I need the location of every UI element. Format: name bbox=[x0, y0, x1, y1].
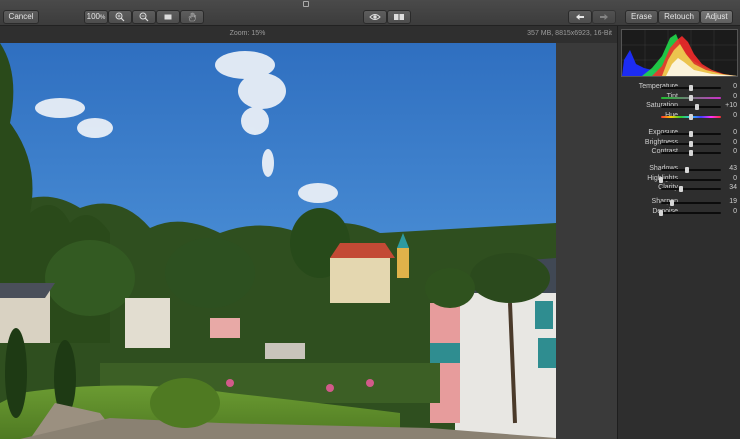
zoom-out-button[interactable] bbox=[132, 10, 156, 24]
zoom-level-value: 100 bbox=[86, 12, 100, 21]
denoise-slider-handle[interactable] bbox=[659, 209, 663, 216]
undo-arrow-icon bbox=[576, 14, 584, 20]
temperature-slider[interactable] bbox=[661, 85, 721, 91]
saturation-slider-handle[interactable] bbox=[695, 104, 699, 111]
fit-screen-icon bbox=[164, 14, 172, 20]
redo-button[interactable] bbox=[592, 10, 616, 24]
preview-toggle-button[interactable] bbox=[363, 10, 387, 24]
split-view-button[interactable] bbox=[387, 10, 411, 24]
adjustment-row-sharpen: Sharpen19 bbox=[618, 198, 740, 208]
undo-button[interactable] bbox=[568, 10, 592, 24]
toolbar: Cancel 100% Erase Retouch Adjust bbox=[0, 0, 740, 26]
mode-tab-label: Adjust bbox=[705, 12, 728, 21]
adjustment-value: 0 bbox=[733, 148, 737, 156]
histogram bbox=[621, 29, 738, 77]
adjustment-row-shadows: Shadows43 bbox=[618, 165, 740, 175]
window-grip-icon bbox=[303, 1, 309, 7]
highlights-slider-handle[interactable] bbox=[659, 176, 663, 183]
adjustment-value: 0 bbox=[733, 138, 737, 146]
mode-tab-retouch[interactable]: Retouch bbox=[658, 10, 700, 24]
highlights-slider[interactable] bbox=[659, 176, 721, 183]
contrast-slider[interactable] bbox=[661, 150, 721, 157]
hue-slider[interactable] bbox=[661, 113, 721, 120]
adjustment-row-brightness: Brightness0 bbox=[618, 139, 740, 149]
zoom-readout: Zoom: 15% bbox=[229, 30, 266, 37]
brightness-slider[interactable] bbox=[661, 140, 721, 147]
mode-tab-erase[interactable]: Erase bbox=[625, 10, 658, 24]
zoom-level-unit: % bbox=[100, 15, 106, 21]
adjustment-value: 0 bbox=[733, 174, 737, 182]
exposure-slider-handle[interactable] bbox=[689, 131, 693, 137]
adjustment-row-saturation: Saturation+10 bbox=[618, 102, 740, 112]
adjustment-value: 0 bbox=[733, 207, 737, 215]
redo-arrow-icon bbox=[600, 14, 608, 20]
adjustment-value: 43 bbox=[729, 165, 737, 172]
adjustment-row-exposure: Exposure0 bbox=[618, 129, 740, 139]
adjustment-row-denoise: Denoise0 bbox=[618, 208, 740, 218]
mode-tab-adjust[interactable]: Adjust bbox=[700, 10, 733, 24]
hand-pan-icon bbox=[188, 12, 197, 22]
adjustment-value: +10 bbox=[725, 102, 737, 110]
zoom-out-icon bbox=[139, 12, 149, 22]
saturation-slider[interactable] bbox=[661, 104, 721, 111]
clarity-slider-handle[interactable] bbox=[679, 186, 684, 193]
adjustment-row-clarity: Clarity34 bbox=[618, 184, 740, 194]
landscape-photo bbox=[0, 43, 556, 439]
sharpen-slider-handle[interactable] bbox=[670, 200, 675, 206]
cancel-button[interactable]: Cancel bbox=[3, 10, 39, 24]
adjustment-row-temperature: Temperature 0 bbox=[618, 83, 740, 93]
denoise-slider[interactable] bbox=[659, 209, 721, 216]
tint-slider-handle[interactable] bbox=[689, 94, 693, 101]
image-canvas[interactable] bbox=[0, 43, 617, 439]
zoom-in-button[interactable] bbox=[108, 10, 132, 24]
sharpen-slider[interactable] bbox=[661, 200, 721, 206]
zoom-in-icon bbox=[115, 12, 125, 22]
adjustment-value: 0 bbox=[733, 83, 737, 90]
zoom-level-field[interactable]: 100% bbox=[84, 10, 108, 24]
split-view-icon bbox=[394, 14, 404, 20]
adjustment-row-highlights: Highlights0 bbox=[618, 175, 740, 185]
adjustment-row-tint: Tint0 bbox=[618, 93, 740, 103]
mode-tab-label: Retouch bbox=[664, 12, 694, 21]
pan-tool-button[interactable] bbox=[180, 10, 204, 24]
shadows-slider-handle[interactable] bbox=[684, 167, 689, 173]
eye-icon bbox=[369, 14, 381, 20]
exposure-slider[interactable] bbox=[661, 131, 721, 137]
temperature-slider-handle[interactable] bbox=[689, 85, 693, 91]
fit-screen-button[interactable] bbox=[156, 10, 180, 24]
adjustment-value: 0 bbox=[733, 111, 737, 119]
adjustment-row-hue: Hue0 bbox=[618, 112, 740, 122]
hue-slider-handle[interactable] bbox=[689, 113, 693, 120]
cancel-label: Cancel bbox=[8, 12, 34, 21]
adjust-panel: Temperature0Tint0Saturation+10Hue0 Exposu… bbox=[617, 26, 740, 439]
shadows-slider[interactable] bbox=[661, 167, 721, 173]
adjustment-value: 0 bbox=[733, 129, 737, 136]
photo-editor-window: Cancel 100% Erase Retouch Adjust Zoom: 1… bbox=[0, 0, 740, 439]
file-info: 357 MB, 8815x6923, 16-Bit bbox=[527, 30, 612, 37]
mode-tab-label: Erase bbox=[631, 12, 652, 21]
brightness-slider-handle[interactable] bbox=[689, 140, 693, 147]
tint-slider[interactable] bbox=[661, 94, 721, 101]
adjustment-value: 19 bbox=[729, 198, 737, 205]
clarity-slider[interactable] bbox=[661, 186, 721, 193]
adjustment-value: 34 bbox=[729, 184, 737, 192]
adjustment-row-contrast: Contrast0 bbox=[618, 148, 740, 158]
contrast-slider-handle[interactable] bbox=[689, 150, 693, 157]
adjustment-value: 0 bbox=[733, 92, 737, 100]
status-bar: Zoom: 15% 357 MB, 8815x6923, 16-Bit bbox=[0, 26, 617, 43]
